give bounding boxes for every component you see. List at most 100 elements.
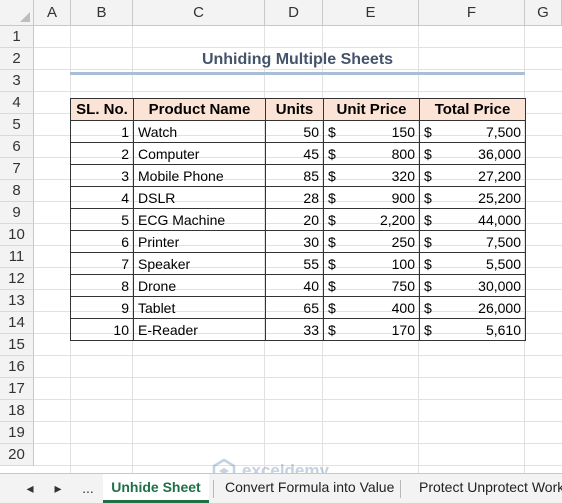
total-price-value: 44,000 xyxy=(478,211,521,228)
column-header-b[interactable]: B xyxy=(71,0,133,26)
cell-units[interactable]: 33 xyxy=(265,318,324,341)
cell-total-price[interactable]: $44,000 xyxy=(419,208,526,231)
cell-sl-no[interactable]: 5 xyxy=(70,208,134,231)
cell-total-price[interactable]: $5,500 xyxy=(419,252,526,275)
cell-unit-price[interactable]: $800 xyxy=(323,142,420,165)
cell-product-name[interactable]: Mobile Phone xyxy=(133,164,266,187)
cell-sl-no[interactable]: 9 xyxy=(70,296,134,319)
row-header-18[interactable]: 18 xyxy=(0,400,34,422)
cell-total-price[interactable]: $7,500 xyxy=(419,120,526,143)
cell-units[interactable]: 65 xyxy=(265,296,324,319)
product-table: SL. No. Product Name Units Unit Price To… xyxy=(70,98,526,341)
cell-product-name[interactable]: Printer xyxy=(133,230,266,253)
column-header-f[interactable]: F xyxy=(419,0,525,26)
table-row: 4 DSLR 28 $900 $25,200 xyxy=(70,186,526,209)
currency-symbol: $ xyxy=(424,145,432,162)
column-header-d[interactable]: D xyxy=(265,0,323,26)
cell-product-name[interactable]: Watch xyxy=(133,120,266,143)
cell-sl-no[interactable]: 10 xyxy=(70,318,134,341)
cell-unit-price[interactable]: $100 xyxy=(323,252,420,275)
header-units[interactable]: Units xyxy=(265,98,324,121)
column-header-c[interactable]: C xyxy=(133,0,265,26)
row-header-14[interactable]: 14 xyxy=(0,312,34,334)
cell-unit-price[interactable]: $400 xyxy=(323,296,420,319)
select-all-corner[interactable] xyxy=(0,0,34,26)
cell-sl-no[interactable]: 4 xyxy=(70,186,134,209)
tab-convert-formula-into-value[interactable]: Convert Formula into Value xyxy=(215,474,404,503)
header-sl-no[interactable]: SL. No. xyxy=(70,98,134,121)
table-row: 3 Mobile Phone 85 $320 $27,200 xyxy=(70,164,526,187)
currency-symbol: $ xyxy=(328,123,336,140)
cell-unit-price[interactable]: $150 xyxy=(323,120,420,143)
cell-unit-price[interactable]: $2,200 xyxy=(323,208,420,231)
tab-protect-unprotect-worksheet[interactable]: Protect Unprotect Works xyxy=(409,474,562,503)
row-header-3[interactable]: 3 xyxy=(0,70,34,92)
cell-product-name[interactable]: Computer xyxy=(133,142,266,165)
row-header-7[interactable]: 7 xyxy=(0,158,34,180)
cell-sl-no[interactable]: 7 xyxy=(70,252,134,275)
cell-total-price[interactable]: $27,200 xyxy=(419,164,526,187)
column-header-a[interactable]: A xyxy=(34,0,71,26)
row-header-4[interactable]: 4 xyxy=(0,92,34,114)
row-header-19[interactable]: 19 xyxy=(0,422,34,444)
cell-total-price[interactable]: $25,200 xyxy=(419,186,526,209)
cell-total-price[interactable]: $7,500 xyxy=(419,230,526,253)
cell-units[interactable]: 28 xyxy=(265,186,324,209)
cell-sl-no[interactable]: 8 xyxy=(70,274,134,297)
cell-unit-price[interactable]: $750 xyxy=(323,274,420,297)
row-header-11[interactable]: 11 xyxy=(0,246,34,268)
cell-units[interactable]: 45 xyxy=(265,142,324,165)
currency-symbol: $ xyxy=(424,321,432,338)
row-header-17[interactable]: 17 xyxy=(0,378,34,400)
cell-sl-no[interactable]: 3 xyxy=(70,164,134,187)
cell-units[interactable]: 30 xyxy=(265,230,324,253)
cell-unit-price[interactable]: $170 xyxy=(323,318,420,341)
cell-total-price[interactable]: $30,000 xyxy=(419,274,526,297)
cell-units[interactable]: 50 xyxy=(265,120,324,143)
cell-units[interactable]: 55 xyxy=(265,252,324,275)
row-header-9[interactable]: 9 xyxy=(0,202,34,224)
cell-units[interactable]: 85 xyxy=(265,164,324,187)
column-header-e[interactable]: E xyxy=(323,0,419,26)
cell-product-name[interactable]: Tablet xyxy=(133,296,266,319)
cell-product-name[interactable]: Speaker xyxy=(133,252,266,275)
column-header-g[interactable]: G xyxy=(525,0,562,26)
cell-units[interactable]: 20 xyxy=(265,208,324,231)
row-header-10[interactable]: 10 xyxy=(0,224,34,246)
total-price-value: 27,200 xyxy=(478,167,521,184)
row-header-6[interactable]: 6 xyxy=(0,136,34,158)
cell-sl-no[interactable]: 2 xyxy=(70,142,134,165)
cell-total-price[interactable]: $5,610 xyxy=(419,318,526,341)
spreadsheet-grid: A B C D E F G 1 2 3 4 5 6 7 8 9 10 11 12 13 14 15 16 17 1… xyxy=(0,0,562,473)
cell-units[interactable]: 40 xyxy=(265,274,324,297)
row-header-2[interactable]: 2 xyxy=(0,48,34,70)
cell-total-price[interactable]: $36,000 xyxy=(419,142,526,165)
header-product-name[interactable]: Product Name xyxy=(133,98,266,121)
cell-unit-price[interactable]: $900 xyxy=(323,186,420,209)
cell-total-price[interactable]: $26,000 xyxy=(419,296,526,319)
cell-product-name[interactable]: DSLR xyxy=(133,186,266,209)
row-header-1[interactable]: 1 xyxy=(0,26,34,48)
cell-unit-price[interactable]: $250 xyxy=(323,230,420,253)
header-unit-price[interactable]: Unit Price xyxy=(323,98,420,121)
total-price-value: 7,500 xyxy=(485,233,521,250)
scroll-tabs-left-icon[interactable]: ◂ xyxy=(20,474,40,503)
cell-product-name[interactable]: ECG Machine xyxy=(133,208,266,231)
row-header-5[interactable]: 5 xyxy=(0,114,34,136)
row-header-8[interactable]: 8 xyxy=(0,180,34,202)
row-header-20[interactable]: 20 xyxy=(0,444,34,466)
cell-unit-price[interactable]: $320 xyxy=(323,164,420,187)
cell-product-name[interactable]: Drone xyxy=(133,274,266,297)
scroll-tabs-right-icon[interactable]: ▸ xyxy=(48,474,68,503)
tab-unhide-sheet[interactable]: Unhide Sheet xyxy=(103,474,209,503)
cell-product-name[interactable]: E-Reader xyxy=(133,318,266,341)
header-total-price[interactable]: Total Price xyxy=(419,98,526,121)
row-header-16[interactable]: 16 xyxy=(0,356,34,378)
row-header-13[interactable]: 13 xyxy=(0,290,34,312)
total-price-value: 26,000 xyxy=(478,299,521,316)
cell-sl-no[interactable]: 1 xyxy=(70,120,134,143)
more-sheets-button[interactable]: ... xyxy=(76,474,100,503)
cell-sl-no[interactable]: 6 xyxy=(70,230,134,253)
row-header-12[interactable]: 12 xyxy=(0,268,34,290)
row-header-15[interactable]: 15 xyxy=(0,334,34,356)
